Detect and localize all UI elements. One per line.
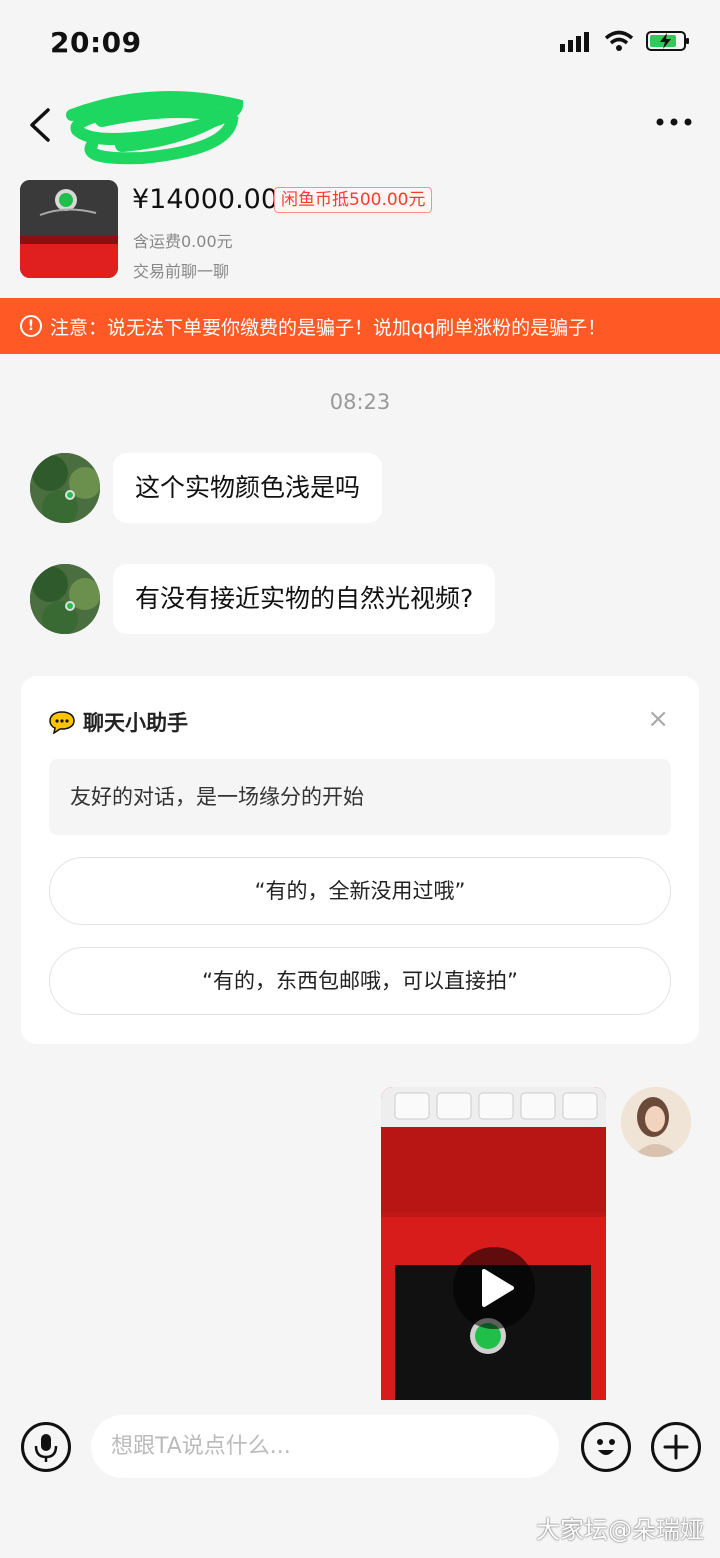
message-bubble[interactable]: 这个实物颜色浅是吗 — [113, 453, 383, 523]
chat-assistant-card: 聊天小助手 × 友好的对话，是一场缘分的开始 “有的，全新没用过哦” “有的，东… — [21, 676, 699, 1044]
message-bubble[interactable]: 有没有接近实物的自然光视频? — [113, 564, 496, 634]
more-actions-button[interactable] — [651, 1422, 701, 1472]
more-icon[interactable] — [654, 110, 694, 134]
wifi-icon — [604, 30, 634, 51]
plus-icon — [663, 1434, 689, 1460]
signal-icon — [560, 32, 589, 52]
assistant-header: 聊天小助手 — [49, 707, 188, 737]
status-time: 20:09 — [50, 26, 142, 59]
mic-icon — [34, 1434, 58, 1462]
scam-warning-bar: ! 注意：说无法下单要你缴费的是骗子！说加qq刷单涨粉的是骗子！ — [0, 298, 720, 354]
input-bar: 大家坛@朵瑞娅 — [0, 1400, 720, 1558]
quick-reply-button[interactable]: “有的，全新没用过哦” — [49, 857, 671, 925]
redaction-scribble — [66, 91, 244, 165]
play-icon[interactable] — [453, 1247, 535, 1329]
status-bar: 20:09 — [0, 0, 720, 90]
avatar[interactable] — [30, 453, 100, 523]
status-icons — [560, 30, 690, 52]
warning-text: 注意：说无法下单要你缴费的是骗子！说加qq刷单涨粉的是骗子！ — [50, 316, 607, 339]
warning-icon: ! — [20, 315, 42, 337]
product-price: ¥14000.00 — [132, 184, 279, 215]
coin-discount-badge: 闲鱼币抵500.00元 — [274, 187, 433, 213]
video-message[interactable] — [381, 1087, 606, 1400]
product-thumbnail[interactable] — [20, 180, 118, 278]
chat-bubble-icon — [49, 711, 75, 734]
nav-bar — [0, 90, 720, 170]
avatar[interactable] — [30, 564, 100, 634]
self-avatar[interactable] — [621, 1087, 691, 1157]
emoji-button[interactable] — [581, 1422, 631, 1472]
assistant-title: 聊天小助手 — [83, 711, 188, 735]
back-icon[interactable] — [22, 100, 62, 150]
quick-reply-button[interactable]: “有的，东西包邮哦，可以直接拍” — [49, 947, 671, 1015]
assistant-hint: 友好的对话，是一场缘分的开始 — [49, 759, 671, 835]
battery-icon — [646, 31, 689, 51]
message-input[interactable] — [91, 1415, 559, 1478]
close-icon[interactable]: × — [647, 706, 669, 732]
voice-button[interactable] — [21, 1422, 71, 1472]
chat-timestamp: 08:23 — [329, 390, 391, 414]
watermark: 大家坛@朵瑞娅 — [536, 1516, 704, 1544]
emoji-icon — [597, 1439, 615, 1455]
product-card[interactable]: ¥14000.00 闲鱼币抵500.00元 含运费0.00元 交易前聊一聊 — [0, 176, 720, 296]
shipping-info: 含运费0.00元 — [133, 232, 233, 251]
trade-tip: 交易前聊一聊 — [133, 262, 230, 281]
